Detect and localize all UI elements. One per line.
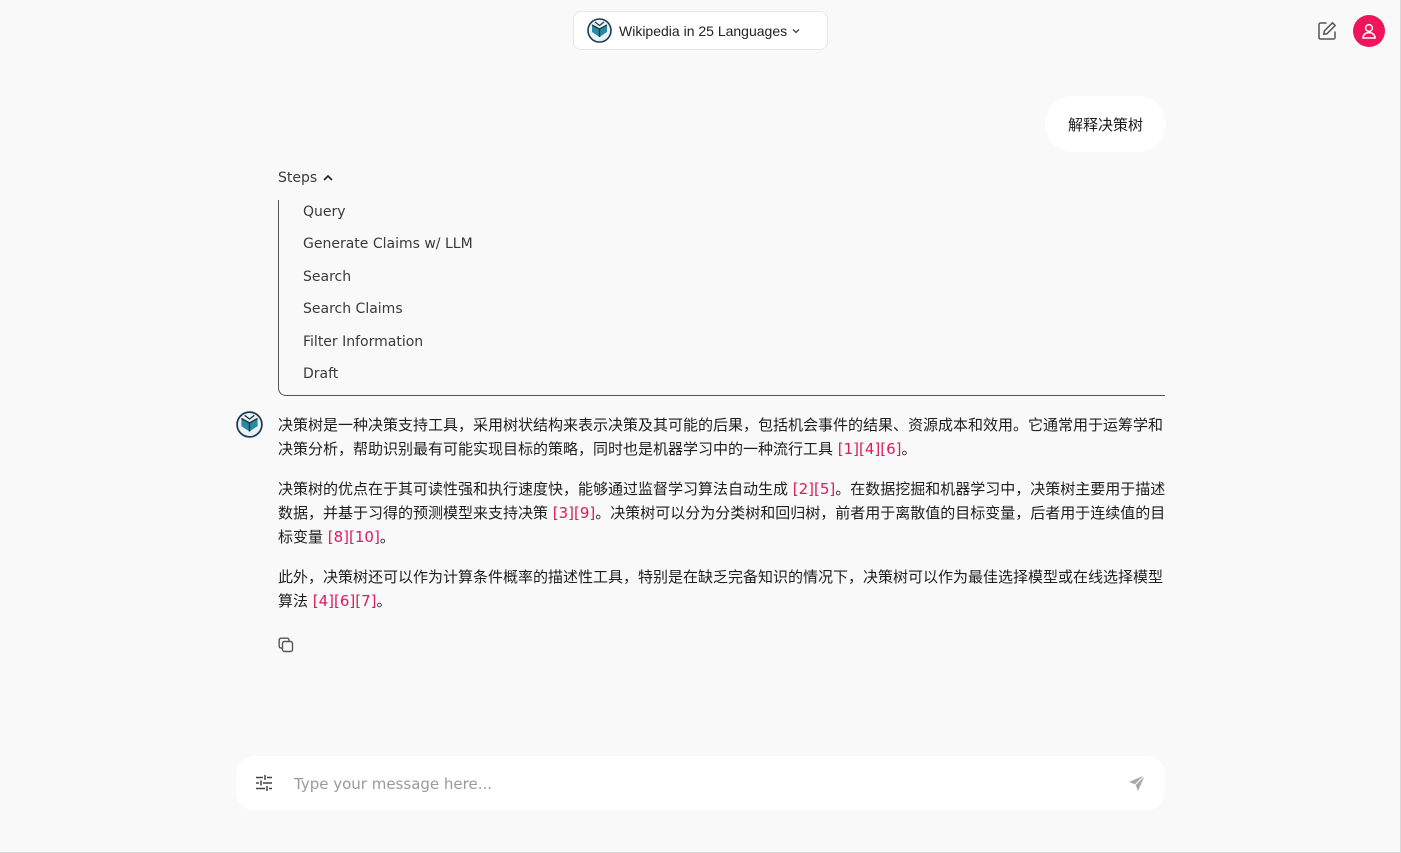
answer-text: 。	[901, 440, 917, 458]
steps-panel: Query Generate Claims w/ LLM Search Sear…	[278, 200, 1165, 396]
citation-link[interactable]: [2]	[793, 480, 814, 498]
assistant-message: 决策树是一种决策支持工具，采用树状结构来表示决策及其可能的后果，包括机会事件的结…	[278, 413, 1166, 629]
copy-icon	[278, 637, 294, 653]
model-selector[interactable]: Wikipedia in 25 Languages	[573, 11, 828, 50]
answer-paragraph: 决策树是一种决策支持工具，采用树状结构来表示决策及其可能的后果，包括机会事件的结…	[278, 413, 1166, 461]
answer-text: 决策树是一种决策支持工具，采用树状结构来表示决策及其可能的后果，包括机会事件的结…	[278, 416, 1164, 458]
answer-text: 。	[376, 592, 392, 610]
answer-text: 决策树的优点在于其可读性强和执行速度快，能够通过监督学习算法自动生成	[278, 480, 793, 498]
new-chat-button[interactable]	[1316, 20, 1338, 42]
chevron-down-icon	[791, 26, 801, 36]
app-window: Wikipedia in 25 Languages 解释决策树 Steps Qu…	[0, 0, 1401, 853]
message-input[interactable]	[292, 770, 1116, 798]
step-draft[interactable]: Draft	[303, 366, 338, 382]
assistant-avatar	[236, 411, 263, 438]
citation-link[interactable]: [5]	[814, 480, 835, 498]
citation-link[interactable]: [4]	[313, 592, 334, 610]
citation-link[interactable]: [6]	[334, 592, 355, 610]
settings-button[interactable]	[254, 773, 274, 793]
model-name: Wikipedia in 25 Languages	[619, 22, 788, 39]
citation-link[interactable]: [8]	[328, 528, 349, 546]
steps-toggle[interactable]: Steps	[278, 170, 334, 186]
wikichat-logo-icon	[587, 18, 612, 43]
step-search-claims[interactable]: Search Claims	[303, 301, 403, 317]
citation-link[interactable]: [4]	[859, 440, 880, 458]
edit-icon	[1318, 22, 1336, 40]
citation-link[interactable]: [9]	[574, 504, 595, 522]
sliders-icon	[256, 775, 272, 791]
copy-button[interactable]	[277, 636, 295, 654]
user-avatar[interactable]	[1353, 15, 1385, 47]
answer-text: 。	[379, 528, 395, 546]
user-icon	[1362, 23, 1376, 39]
steps-label: Steps	[278, 170, 318, 186]
citation-link[interactable]: [10]	[349, 528, 380, 546]
send-button[interactable]	[1127, 773, 1147, 793]
user-message: 解释决策树	[1045, 96, 1166, 152]
step-search[interactable]: Search	[303, 269, 351, 285]
answer-paragraph: 决策树的优点在于其可读性强和执行速度快，能够通过监督学习算法自动生成 [2][5…	[278, 477, 1166, 549]
step-filter-information[interactable]: Filter Information	[303, 334, 423, 350]
citation-link[interactable]: [7]	[355, 592, 376, 610]
send-icon	[1129, 774, 1146, 791]
citation-link[interactable]: [3]	[553, 504, 574, 522]
citation-link[interactable]: [6]	[880, 440, 901, 458]
step-generate-claims[interactable]: Generate Claims w/ LLM	[303, 236, 473, 252]
wikichat-logo-icon	[236, 411, 263, 438]
step-query[interactable]: Query	[303, 204, 346, 220]
answer-paragraph: 此外，决策树还可以作为计算条件概率的描述性工具，特别是在缺乏完备知识的情况下，决…	[278, 565, 1166, 613]
message-composer	[236, 756, 1165, 810]
answer-text: 此外，决策树还可以作为计算条件概率的描述性工具，特别是在缺乏完备知识的情况下，决…	[278, 568, 1164, 610]
chevron-up-icon	[322, 172, 334, 184]
citation-link[interactable]: [1]	[838, 440, 859, 458]
